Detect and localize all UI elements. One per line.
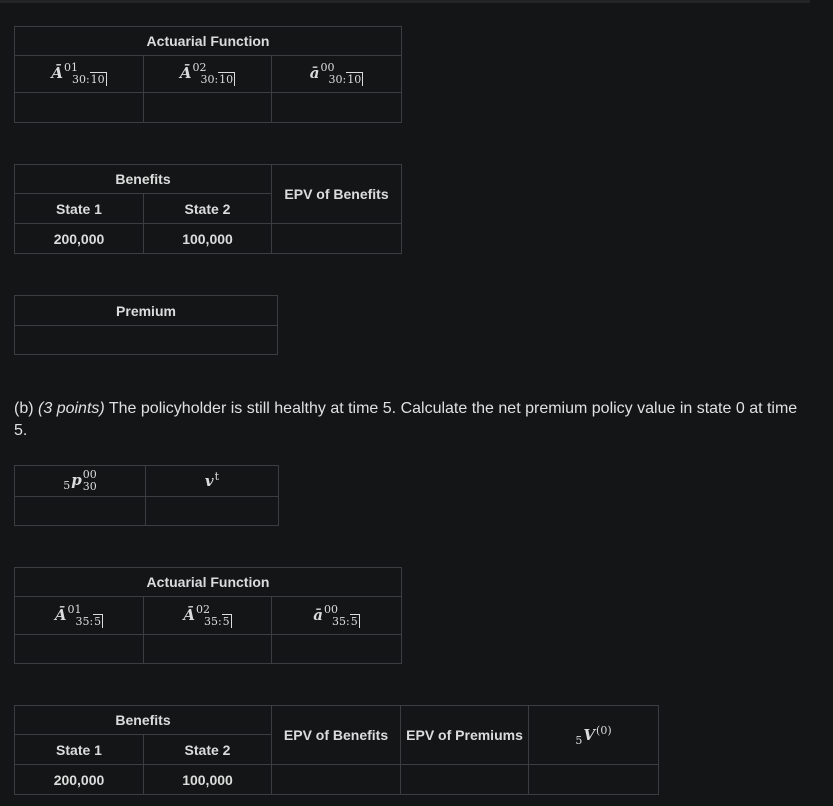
epv-premiums-value-cell[interactable] xyxy=(400,764,530,795)
premium-header: Premium xyxy=(14,295,278,326)
premium-value-cell[interactable] xyxy=(14,325,278,355)
state-1-header: State 1 xyxy=(14,193,144,224)
part-b-label: (b) xyxy=(14,400,34,417)
epv-benefits-header: EPV of Benefits xyxy=(271,164,403,224)
A01-value-cell[interactable] xyxy=(14,92,144,123)
epv-benefits-header: EPV of Benefits xyxy=(271,705,402,765)
state-1-header: State 1 xyxy=(14,734,144,765)
part-b-text: The policyholder is still healthy at tim… xyxy=(14,400,798,439)
A01-35-5-cell: Ā 01 35:5 xyxy=(14,596,144,635)
top-divider xyxy=(0,0,810,3)
p00-30-cell: 5p 00 30 xyxy=(14,465,146,497)
policy-value-cell[interactable] xyxy=(528,764,660,795)
benefits-policy-value-table: Benefits EPV of Benefits EPV of Premiums… xyxy=(13,705,660,795)
A02-35-5-cell: Ā 02 35:5 xyxy=(143,596,272,635)
a00-30-10-cell: ā 00 30:10 xyxy=(270,55,403,93)
survival-discount-table: 5p 00 30 vt xyxy=(14,465,279,526)
benefits-header: Benefits xyxy=(13,705,273,735)
p00-value-cell[interactable] xyxy=(14,496,146,526)
A02-value-cell[interactable] xyxy=(143,92,272,123)
actuarial-function-table-30: Actuarial Function Ā 01 30:10 Ā 02 30:10 ā 00… xyxy=(13,26,403,123)
policy-value-header: 5V(0) xyxy=(528,705,660,765)
a00-35-value-cell[interactable] xyxy=(270,634,403,664)
premium-table: Premium xyxy=(14,295,278,355)
state-2-header: State 2 xyxy=(142,193,273,224)
benefits-header: Benefits xyxy=(13,164,273,194)
vt-cell: vt xyxy=(145,465,279,497)
part-b-question: (b) (3 points) The policyholder is still… xyxy=(14,398,814,442)
actuarial-function-header: Actuarial Function xyxy=(13,567,403,597)
a00-value-cell[interactable] xyxy=(270,92,403,123)
actuarial-function-header: Actuarial Function xyxy=(13,26,403,56)
epv-premiums-header: EPV of Premiums xyxy=(400,705,530,765)
a00-35-5-cell: ā 00 35:5 xyxy=(270,596,403,635)
state-1-benefit: 200,000 xyxy=(14,764,144,795)
state-2-benefit: 100,000 xyxy=(142,764,273,795)
state-1-benefit: 200,000 xyxy=(14,223,144,254)
vt-value-cell[interactable] xyxy=(145,496,279,526)
A01-35-value-cell[interactable] xyxy=(14,634,144,664)
A01-30-10-cell: Ā 01 30:10 xyxy=(14,55,144,93)
benefits-table-1: Benefits EPV of Benefits State 1 State 2… xyxy=(13,164,403,254)
part-b-points: (3 points) xyxy=(38,400,105,417)
A02-30-10-cell: Ā 02 30:10 xyxy=(143,55,272,93)
actuarial-function-table-35: Actuarial Function Ā 01 35:5 Ā 02 35:5 ā 00 35… xyxy=(13,567,403,664)
epv-benefits-value-cell[interactable] xyxy=(271,223,403,254)
epv-benefits-value-cell[interactable] xyxy=(271,764,402,795)
A02-35-value-cell[interactable] xyxy=(143,634,272,664)
state-2-benefit: 100,000 xyxy=(142,223,273,254)
state-2-header: State 2 xyxy=(142,734,273,765)
